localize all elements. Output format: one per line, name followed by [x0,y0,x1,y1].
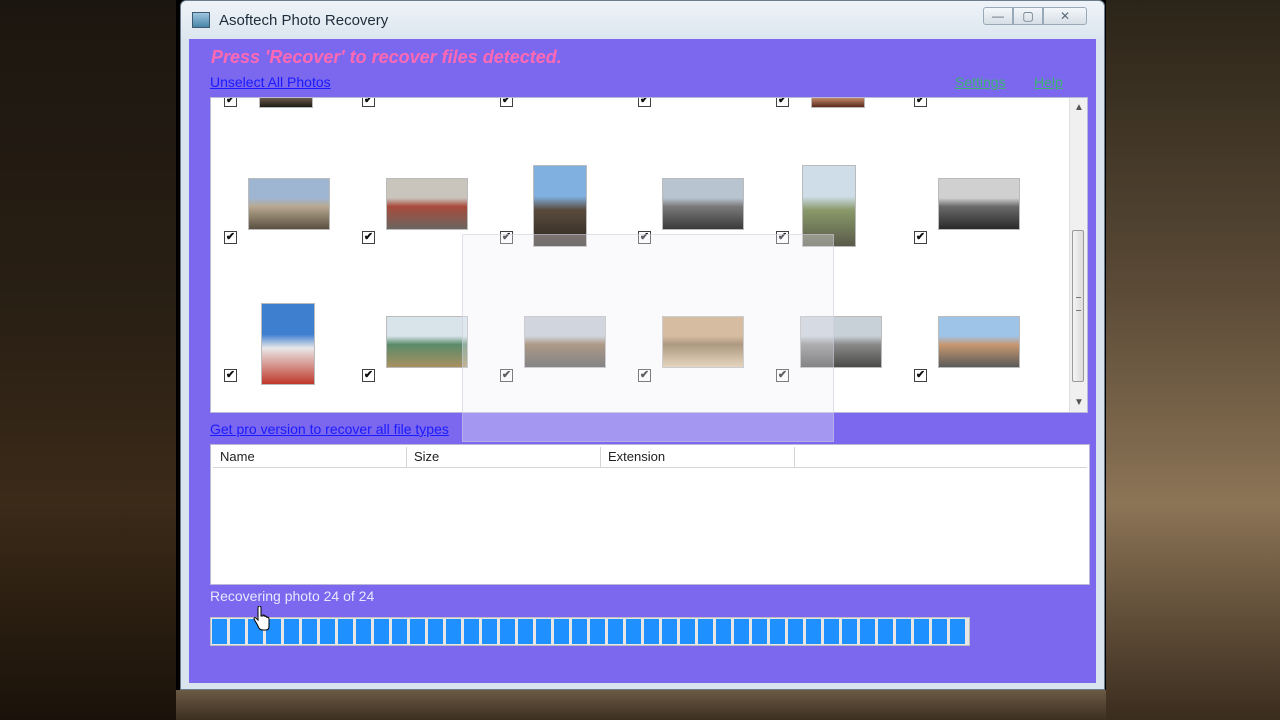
photo-checkbox[interactable]: ✔ [500,231,513,244]
photo-statue-monument[interactable] [802,165,856,247]
file-list[interactable]: Name Size Extension [210,444,1090,585]
photo-checkbox[interactable]: ✔ [362,98,375,107]
photo-green-building[interactable] [386,316,468,368]
recovery-progress-bar [210,617,970,646]
photo-reichstag[interactable] [800,316,882,368]
photo-portrait-dark[interactable] [259,98,313,108]
column-header-name[interactable]: Name [213,447,407,467]
hand-cursor-icon [253,606,270,631]
app-icon [192,12,210,28]
settings-link[interactable]: Settings [955,74,1006,90]
photo-checkbox[interactable]: ✔ [914,231,927,244]
title-bar[interactable]: Asoftech Photo Recovery — ▢ ✕ [181,1,1104,39]
photo-city-aerial[interactable] [938,178,1020,230]
photo-checkbox[interactable]: ✔ [500,98,513,107]
photo-checkpoint-street[interactable] [386,178,468,230]
app-window: Asoftech Photo Recovery — ▢ ✕ Press 'Rec… [180,0,1105,690]
photo-checkbox[interactable]: ✔ [914,98,927,107]
desktop-background-left [0,0,176,720]
help-link[interactable]: Help [1034,74,1063,90]
window-title: Asoftech Photo Recovery [219,12,389,29]
photo-checkbox[interactable]: ✔ [362,231,375,244]
photo-checkbox[interactable]: ✔ [500,369,513,382]
client-area: Press 'Recover' to recover files detecte… [189,39,1096,683]
close-button[interactable]: ✕ [1043,7,1087,25]
photo-checkbox[interactable]: ✔ [224,98,237,107]
scroll-down-arrow-icon[interactable]: ▼ [1074,397,1084,408]
photo-apartment-block[interactable] [938,316,1020,368]
photo-bear-mosaic[interactable] [662,316,744,368]
photo-church-tower[interactable] [533,165,587,247]
file-list-header: Name Size Extension [213,447,1087,468]
progress-bar-fill [212,619,968,644]
headline-instruction: Press 'Recover' to recover files detecte… [211,47,562,67]
minimize-button[interactable]: — [983,7,1013,25]
photo-checkbox[interactable]: ✔ [776,369,789,382]
photo-aerial-square[interactable] [524,316,606,368]
scroll-up-arrow-icon[interactable]: ▲ [1074,102,1084,113]
grid-scrollbar[interactable]: ▲ ▼ [1069,98,1087,412]
photo-checkbox[interactable]: ✔ [224,231,237,244]
photo-brandenburg-gate[interactable] [248,178,330,230]
photo-grid[interactable]: ✔ ✔ ✔ ✔ ✔ ✔ ✔ ✔ ✔ ✔ ✔ ✔ ✔ ✔ ✔ ✔ ✔ ✔ ▲ ▼ [210,97,1088,413]
photo-checkbox[interactable]: ✔ [638,369,651,382]
photo-checkbox[interactable]: ✔ [776,231,789,244]
column-header-empty [795,447,1087,467]
photo-checkbox[interactable]: ✔ [362,369,375,382]
column-header-extension[interactable]: Extension [601,447,795,467]
desktop-background-right [1106,0,1280,720]
photo-memorial-blocks[interactable] [662,178,744,230]
photo-checkbox[interactable]: ✔ [914,369,927,382]
photo-checkbox[interactable]: ✔ [638,231,651,244]
get-pro-version-link[interactable]: Get pro version to recover all file type… [210,421,449,437]
photo-checkbox[interactable]: ✔ [638,98,651,107]
photo-checkbox[interactable]: ✔ [224,369,237,382]
photo-checkbox[interactable]: ✔ [776,98,789,107]
photo-tv-tower[interactable] [261,303,315,385]
maximize-button[interactable]: ▢ [1013,7,1043,25]
unselect-all-photos-link[interactable]: Unselect All Photos [210,74,331,90]
scrollbar-thumb[interactable] [1072,230,1084,382]
scroll-grip-icon [1076,297,1081,311]
desktop-background-bottom [176,690,1106,720]
column-header-size[interactable]: Size [407,447,601,467]
photo-red-building[interactable] [811,98,865,108]
recovery-status-text: Recovering photo 24 of 24 [210,588,375,604]
